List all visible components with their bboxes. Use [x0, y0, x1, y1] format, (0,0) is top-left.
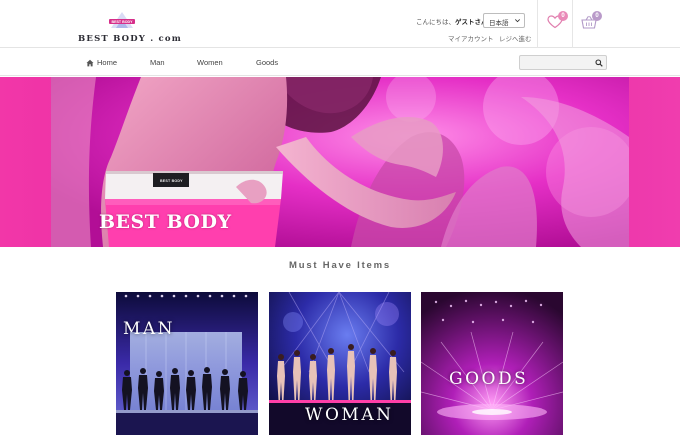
top-header: BEST BODY BEST BODY . com こんにちは、ゲストさん 日本… — [0, 0, 680, 48]
main-nav: Home Man Women Goods — [0, 48, 680, 76]
hero-brand-text: BEST BODY — [99, 211, 232, 233]
my-account-link[interactable]: マイアカウント — [448, 33, 494, 43]
logo-emblem: BEST BODY — [109, 12, 135, 28]
site-logo[interactable]: BEST BODY BEST BODY . com — [78, 8, 182, 44]
greeting-text: こんにちは、ゲストさん — [416, 16, 488, 26]
nav-item-home[interactable]: Home — [86, 58, 117, 67]
nav-item-label: Home — [97, 58, 118, 67]
category-tile-goods[interactable]: GOODS — [421, 292, 563, 435]
search-input[interactable] — [519, 55, 607, 70]
logo-text: BEST BODY . com — [78, 34, 182, 44]
chevron-down-icon — [515, 19, 520, 23]
home-icon — [86, 59, 94, 66]
man-tile-image — [116, 292, 258, 435]
tile-label-goods: GOODS — [449, 369, 529, 389]
search-icon[interactable] — [595, 59, 603, 67]
svg-text:BEST BODY: BEST BODY — [112, 20, 134, 24]
cart-button[interactable]: 0 — [581, 11, 605, 33]
waistband-label: BEST BODY — [160, 179, 183, 183]
nav-item-goods[interactable]: Goods — [256, 58, 278, 67]
nav-item-man[interactable]: Man — [150, 58, 165, 67]
goods-tile-image — [421, 292, 563, 435]
hero-banner[interactable]: BEST BODY BEST BODY — [51, 77, 629, 247]
greeting-prefix: こんにちは、 — [416, 19, 455, 26]
category-tile-man[interactable]: MAN — [116, 292, 258, 435]
tile-label-woman: WOMAN — [305, 405, 394, 425]
category-tile-woman[interactable]: WOMAN — [269, 292, 411, 435]
language-select-value: 日本語 — [489, 20, 509, 27]
checkout-link[interactable]: レジへ進む — [499, 33, 532, 43]
header-divider — [572, 0, 573, 48]
language-select[interactable]: 日本語 — [483, 13, 525, 28]
wishlist-button[interactable]: 0 — [547, 11, 571, 33]
section-title: Must Have Items — [289, 260, 391, 271]
nav-item-women[interactable]: Women — [197, 58, 223, 67]
tile-label-man: MAN — [123, 319, 176, 339]
wishlist-count-badge: 0 — [558, 11, 568, 21]
cart-count-badge: 0 — [592, 11, 602, 21]
header-divider — [537, 0, 538, 48]
